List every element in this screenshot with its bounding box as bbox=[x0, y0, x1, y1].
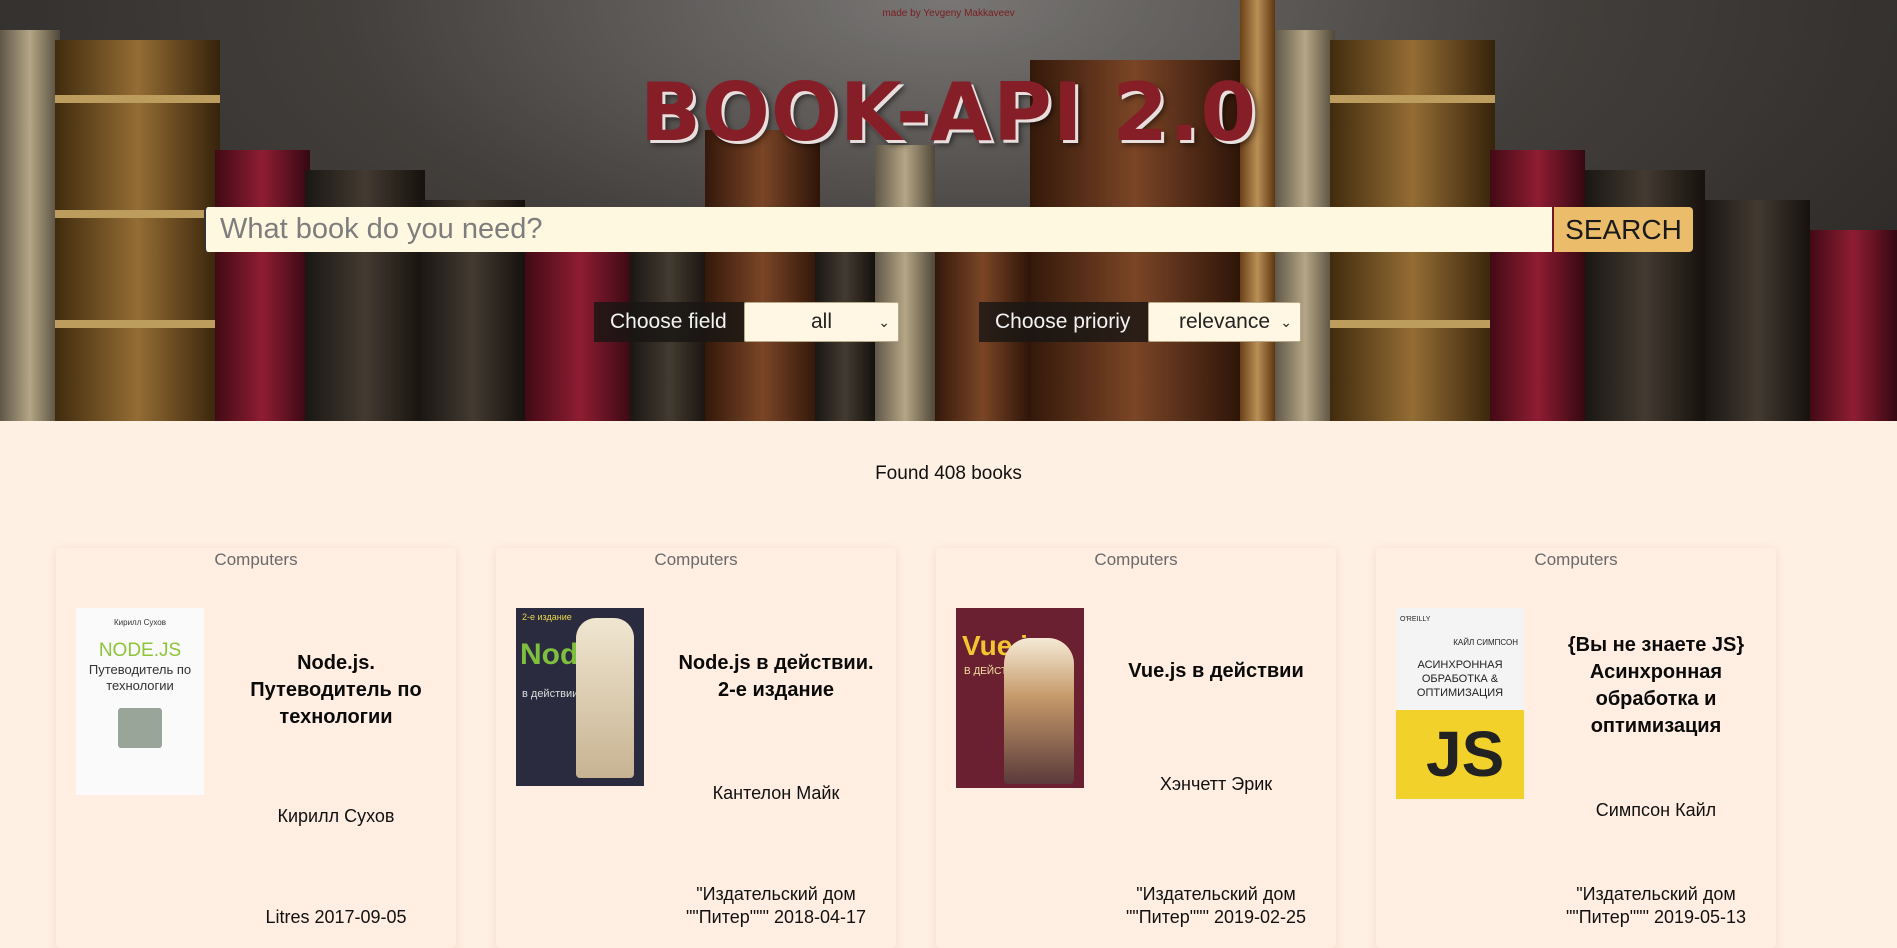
book-publisher-line2: ""Питер""" 2018-04-17 bbox=[685, 907, 867, 927]
field-select[interactable]: all ⌄ bbox=[744, 302, 899, 342]
cover-illustration bbox=[576, 618, 634, 778]
book-publisher-line1: "Издательский дом bbox=[696, 884, 856, 904]
book-publisher-line1: "Издательский дом bbox=[1136, 884, 1296, 904]
book-author: Кирилл Сухов bbox=[277, 806, 395, 826]
book-card[interactable]: Computers 2-е издание Node.js в действии… bbox=[496, 548, 896, 948]
cover-title-text: АСИНХРОННАЯ ОБРАБОТКА & ОПТИМИЗАЦИЯ bbox=[1416, 659, 1504, 699]
book-publisher: "Издательский дом ""Питер""" 2018-04-17 bbox=[646, 883, 906, 929]
js-logo-icon: JS bbox=[1426, 718, 1505, 790]
choose-field-label: Choose field bbox=[594, 302, 744, 342]
book-publisher-line1: "Издательский дом bbox=[1576, 884, 1736, 904]
search-input[interactable] bbox=[204, 207, 1552, 252]
book-publisher-line2: ""Питер""" 2019-05-13 bbox=[1565, 907, 1747, 927]
book-publisher: "Издательский дом ""Питер""" 2019-05-13 bbox=[1526, 883, 1786, 929]
search-bar: SEARCH bbox=[204, 207, 1693, 252]
book-card[interactable]: Computers Кирилл Сухов NODE.JS Путеводит… bbox=[56, 548, 456, 948]
cover-publisher-text: O'REILLY bbox=[1400, 616, 1431, 623]
cover-author-text: Кирилл Сухов bbox=[114, 618, 166, 627]
cover-edition-text: 2-е издание bbox=[522, 612, 572, 622]
priority-select[interactable]: relevance ⌄ bbox=[1148, 302, 1301, 342]
choose-priority-label: Choose prioriy bbox=[979, 302, 1148, 342]
book-publisher-line2: ""Питер""" 2019-02-25 bbox=[1125, 907, 1307, 927]
book-title[interactable]: {Вы не знаете JS} Асинхронная обработка … bbox=[1551, 632, 1761, 740]
field-select-value: all bbox=[810, 310, 832, 333]
book-author: Кантелон Майк bbox=[712, 783, 840, 803]
results-count: Found 408 books bbox=[875, 463, 1022, 484]
book-publisher-date: Litres 2017-09-05 bbox=[265, 907, 407, 927]
hero-banner: made by Yevgeny Makkaveev BOOK-API 2.0 S… bbox=[0, 0, 1897, 421]
book-cover[interactable]: Кирилл Сухов NODE.JS Путеводитель по тех… bbox=[76, 608, 204, 795]
book-cover[interactable]: 2-е издание Node.js в действии bbox=[516, 608, 644, 786]
book-title[interactable]: Node.js. Путеводитель по технологии bbox=[231, 650, 441, 731]
book-category: Computers bbox=[1094, 550, 1178, 569]
book-cover[interactable]: O'REILLY КАЙЛ СИМПСОН АСИНХРОННАЯ ОБРАБО… bbox=[1396, 608, 1524, 799]
cover-title-text: NODE.JS bbox=[98, 640, 182, 661]
book-title[interactable]: Vue.js в действии bbox=[1111, 658, 1321, 685]
search-button[interactable]: SEARCH bbox=[1554, 207, 1693, 252]
book-author: Симпсон Кайл bbox=[1595, 800, 1717, 820]
book-card[interactable]: Computers O'REILLY КАЙЛ СИМПСОН АСИНХРОН… bbox=[1376, 548, 1776, 948]
book-author: Хэнчетт Эрик bbox=[1159, 774, 1273, 794]
book-publisher: "Издательский дом ""Питер""" 2019-02-25 bbox=[1086, 883, 1346, 929]
book-category: Computers bbox=[214, 550, 298, 569]
chevron-down-icon: ⌄ bbox=[878, 314, 890, 330]
book-title[interactable]: Node.js в действии. 2-е издание bbox=[671, 650, 881, 704]
book-card[interactable]: Computers Vue.js В ДЕЙСТВИИ Vue.js в дей… bbox=[936, 548, 1336, 948]
book-cover[interactable]: Vue.js В ДЕЙСТВИИ bbox=[956, 608, 1084, 788]
book-category: Computers bbox=[1534, 550, 1618, 569]
credit-text: made by Yevgeny Makkaveev bbox=[882, 8, 1015, 19]
cover-author-text: КАЙЛ СИМПСОН bbox=[1453, 638, 1518, 647]
priority-select-value: relevance bbox=[1178, 310, 1271, 333]
cover-illustration bbox=[1004, 638, 1074, 784]
book-category: Computers bbox=[654, 550, 738, 569]
nodejs-logo-icon bbox=[118, 708, 162, 748]
cover-subtitle-text: в действии bbox=[522, 688, 579, 700]
page-title: BOOK-API 2.0 bbox=[639, 66, 1258, 159]
chevron-down-icon: ⌄ bbox=[1280, 314, 1292, 330]
cover-logo-bg: JS bbox=[1396, 710, 1524, 799]
cover-subtitle-text: Путеводитель по технологии bbox=[88, 662, 192, 693]
